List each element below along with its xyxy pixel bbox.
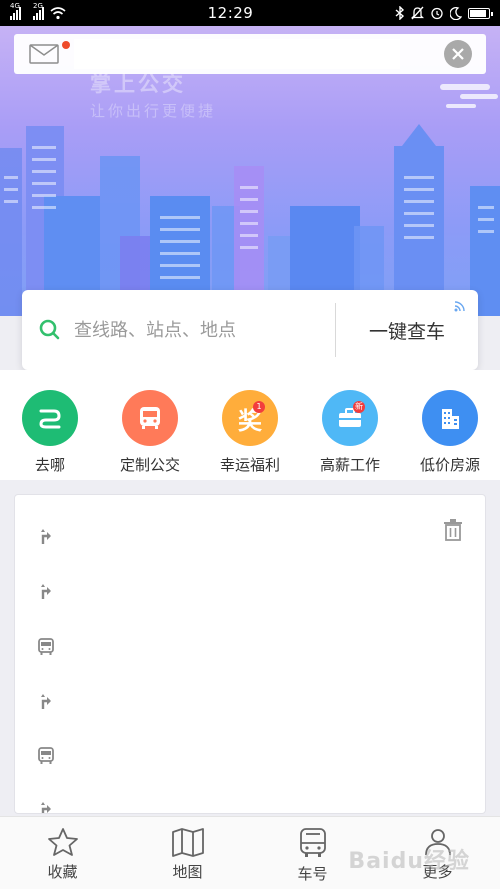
message-button[interactable] xyxy=(14,34,74,74)
mail-icon xyxy=(29,44,59,64)
search-input[interactable] xyxy=(74,319,314,341)
quick-entry-go-where[interactable]: 去哪 xyxy=(0,370,100,480)
quick-entry-custom-bus[interactable]: 定制公交 xyxy=(100,370,200,480)
route-icon xyxy=(41,694,51,709)
bus-icon xyxy=(38,638,54,655)
alarm-icon xyxy=(431,7,443,20)
quick-entry-cheap-housing[interactable]: 低价房源 xyxy=(400,370,500,480)
bus-icon xyxy=(140,407,160,429)
history-item[interactable] xyxy=(37,522,457,552)
badge: 1 xyxy=(253,401,265,413)
route-icon xyxy=(39,409,61,429)
bus-front-icon xyxy=(299,828,326,857)
quick-entry-icon-bg xyxy=(22,390,78,446)
close-button[interactable] xyxy=(444,40,472,68)
quick-entry-label: 去哪 xyxy=(34,456,65,474)
battery-icon xyxy=(467,7,493,19)
star-icon xyxy=(47,828,78,856)
history-item[interactable] xyxy=(37,577,457,607)
sim1-label: 4G xyxy=(10,2,20,10)
nav-favorites[interactable]: 收藏 xyxy=(0,817,125,889)
moon-icon xyxy=(449,6,462,20)
status-bar-left: 4G 2G xyxy=(10,2,66,20)
mute-icon xyxy=(410,6,424,20)
route-icon xyxy=(41,529,51,544)
search-icon xyxy=(39,319,60,340)
notification-message[interactable] xyxy=(74,39,400,69)
quick-entry-high-salary-job[interactable]: 新 高薪工作 xyxy=(300,370,400,480)
wifi-icon xyxy=(50,7,66,20)
bus-icon xyxy=(38,747,54,764)
close-icon xyxy=(452,48,464,60)
quick-entry-icon-bg xyxy=(422,390,478,446)
history-item[interactable] xyxy=(37,632,457,662)
history-item[interactable] xyxy=(37,795,457,813)
status-bar: 4G 2G 12:29 xyxy=(0,0,500,26)
search-history-panel xyxy=(14,494,486,814)
search-card: 一键查车 xyxy=(22,290,478,370)
badge: 新 xyxy=(353,401,365,413)
city-skyline-illustration xyxy=(0,124,500,316)
quick-entry-label: 幸运福利 xyxy=(219,456,280,474)
nav-map[interactable]: 地图 xyxy=(125,817,250,889)
clock: 12:29 xyxy=(207,4,254,22)
building-icon xyxy=(442,409,459,429)
unread-dot xyxy=(62,41,70,49)
quick-check-bus-button[interactable]: 一键查车 xyxy=(336,290,478,370)
quick-entry-icon-bg xyxy=(122,390,178,446)
history-item[interactable] xyxy=(37,687,457,717)
nav-label: 车号 xyxy=(297,865,328,883)
history-item[interactable] xyxy=(37,741,457,771)
quick-entry-label: 低价房源 xyxy=(419,456,480,474)
signal-icon-sim2: 2G xyxy=(33,2,44,20)
route-icon xyxy=(41,802,51,813)
signal-icon-sim1: 4G xyxy=(10,2,21,20)
watermark: Baidu经验 xyxy=(348,849,470,874)
quick-check-bus-label: 一键查车 xyxy=(368,320,445,343)
quick-entry-lucky-welfare[interactable]: 奖 1 幸运福利 xyxy=(200,370,300,480)
nav-label: 地图 xyxy=(172,863,203,881)
quick-entry-row: 去哪 定制公交 奖 1 幸运福利 新 高薪工作 低价房源 xyxy=(0,370,500,480)
notification-bar xyxy=(14,34,486,74)
bottom-navigation: 收藏 地图 车号 更多 Baidu经验 xyxy=(0,816,500,889)
quick-entry-icon-bg: 奖 1 xyxy=(222,390,278,446)
route-icon xyxy=(41,584,51,599)
quick-entry-icon-bg: 新 xyxy=(322,390,378,446)
status-bar-right xyxy=(395,6,493,20)
quick-entry-label: 定制公交 xyxy=(119,456,180,474)
sim2-label: 2G xyxy=(33,2,43,10)
bluetooth-icon xyxy=(395,6,405,20)
signal-wave-icon xyxy=(454,301,465,312)
search-box[interactable] xyxy=(22,290,335,370)
quick-entry-label: 高薪工作 xyxy=(319,456,380,474)
map-icon xyxy=(171,828,204,857)
nav-label: 收藏 xyxy=(47,863,78,881)
